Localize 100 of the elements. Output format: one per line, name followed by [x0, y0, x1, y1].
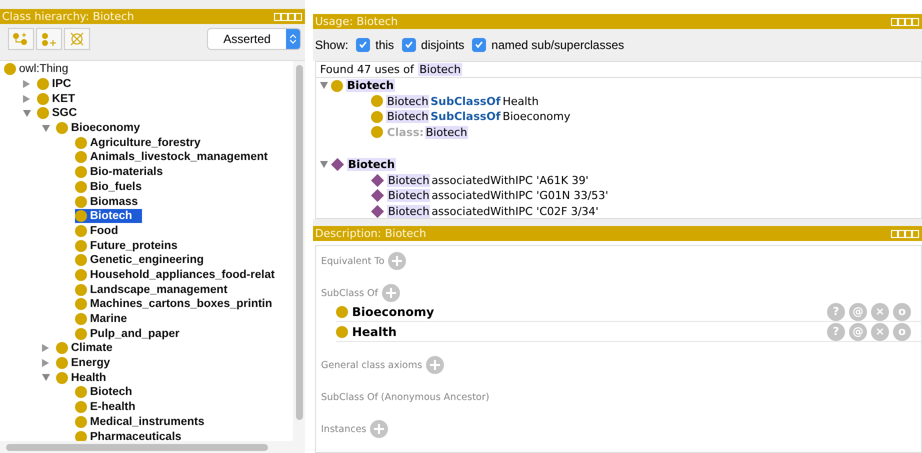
view-dropdown[interactable]: Asserted — [207, 28, 301, 50]
add-subclass-button[interactable] — [8, 28, 34, 50]
class-icon — [75, 328, 87, 340]
window-controls-icon[interactable] — [891, 230, 919, 238]
expanded-arrow-icon[interactable] — [320, 161, 328, 168]
class-icon — [75, 313, 87, 326]
checkmark-icon — [359, 41, 368, 48]
tree-item[interactable]: Marine — [75, 312, 128, 326]
expanded-arrow-icon[interactable] — [320, 82, 328, 90]
tree-item[interactable]: owl:Thing — [4, 62, 68, 76]
tree-item[interactable]: Genetic_engineering — [75, 253, 204, 268]
filter-checkbox[interactable]: this — [356, 38, 394, 52]
class-icon — [75, 136, 87, 149]
superclass-label: Bioeconomy — [352, 304, 436, 318]
class-icon — [56, 357, 68, 370]
class-icon — [371, 110, 383, 123]
add-button[interactable] — [382, 284, 400, 302]
class-icon — [75, 430, 87, 441]
tree-item[interactable]: IPC — [37, 77, 72, 92]
usage-axiom[interactable]: Biotech associatedWithIPC 'A61K 39' — [387, 174, 590, 187]
usage-axiom[interactable]: Biotech associatedWithIPC 'C02F 3/34' — [387, 204, 600, 218]
tree-item[interactable]: Biomass — [75, 194, 138, 209]
tree-item[interactable]: Pulp_and_paper — [75, 326, 180, 341]
class-icon — [75, 240, 87, 252]
tree-item[interactable]: Agriculture_forestry — [75, 136, 201, 150]
class-icon — [75, 166, 87, 178]
add-button[interactable] — [370, 420, 388, 438]
plus-icon — [392, 256, 402, 266]
scrollbar-thumb[interactable] — [296, 65, 302, 420]
expanded-arrow-icon[interactable] — [42, 374, 50, 382]
scrollbar-thumb[interactable] — [6, 444, 268, 450]
window-controls-icon[interactable] — [274, 12, 302, 20]
tree-item[interactable]: Bioeconomy — [56, 121, 140, 136]
class-icon — [75, 254, 87, 266]
usage-axiom[interactable]: Biotech SubClassOf Bioeconomy — [386, 110, 572, 124]
filter-checkbox[interactable]: named sub/superclasses — [472, 38, 624, 52]
tree-item[interactable]: Bio_fuels — [75, 180, 142, 194]
filter-checkbox[interactable]: disjoints — [402, 38, 464, 52]
window-controls-icon[interactable] — [891, 18, 919, 26]
tree-item[interactable]: Biotech — [75, 385, 132, 400]
usage-group-label[interactable]: Biotech — [347, 158, 396, 172]
class-icon — [75, 210, 87, 222]
tree-item[interactable]: E-health — [75, 400, 136, 414]
expanded-arrow-icon[interactable] — [42, 124, 50, 132]
class-icon — [75, 284, 87, 296]
class-icon — [371, 126, 383, 138]
add-subclass-icon — [12, 32, 30, 46]
tree-item[interactable]: Landscape_management — [75, 282, 228, 297]
usage-group-label[interactable]: Biotech — [346, 79, 395, 92]
panel-title: Description: Biotech — [315, 227, 426, 240]
add-button[interactable] — [426, 356, 444, 374]
tree-item[interactable]: Bio-materials — [75, 165, 163, 180]
tree-item[interactable]: SGC — [37, 106, 77, 120]
usage-axiom[interactable]: Biotech associatedWithIPC 'G01N 33/53' — [387, 189, 610, 202]
stepper-icon — [290, 34, 296, 44]
class-icon — [331, 80, 343, 92]
class-icon — [371, 95, 383, 108]
section-title: SubClass Of (Anonymous Ancestor) — [321, 392, 490, 402]
tree-item[interactable]: Health — [56, 370, 106, 385]
class-icon — [336, 306, 348, 318]
tree-item[interactable]: Medical_instruments — [75, 414, 204, 429]
class-icon — [75, 268, 87, 281]
checkmark-icon — [475, 41, 484, 48]
section-title: General class axioms — [321, 360, 422, 370]
class-icon — [37, 107, 49, 120]
tree-item[interactable]: Energy — [56, 356, 110, 370]
class-icon — [4, 63, 16, 76]
tree-item[interactable]: Food — [75, 224, 118, 238]
class-icon — [75, 298, 87, 310]
class-icon — [56, 372, 68, 384]
panel-title: Usage: Biotech — [315, 15, 398, 28]
class-icon — [75, 401, 87, 414]
tree-item[interactable]: Climate — [56, 341, 113, 356]
class-icon — [37, 78, 49, 90]
tree-item[interactable]: KET — [37, 92, 75, 106]
add-sibling-icon — [40, 32, 58, 46]
plus-icon — [430, 360, 440, 370]
tree-item[interactable]: Machines_cartons_boxes_printin — [75, 297, 272, 312]
tree-item[interactable]: Household_appliances_food-relat — [75, 268, 275, 282]
class-icon — [75, 196, 87, 208]
individual-icon — [331, 158, 344, 172]
usage-axiom[interactable]: Biotech SubClassOf Health — [386, 94, 540, 108]
tree-item[interactable]: Animals_livestock_management — [75, 150, 268, 164]
section-title: Instances — [321, 424, 366, 434]
add-sibling-button[interactable] — [36, 28, 62, 50]
show-label: Show: — [315, 38, 348, 52]
class-icon — [56, 122, 68, 134]
expanded-arrow-icon[interactable] — [23, 110, 31, 117]
class-icon — [75, 416, 87, 428]
tree-item[interactable]: Biotech — [75, 209, 142, 224]
delete-class-button[interactable] — [64, 28, 90, 50]
tree-item[interactable]: Future_proteins — [75, 238, 178, 253]
individual-icon — [371, 204, 384, 218]
class-icon — [37, 92, 49, 105]
superclass-label: Health — [352, 324, 398, 338]
individual-icon — [371, 189, 384, 202]
add-button[interactable] — [388, 252, 406, 270]
class-icon — [75, 151, 87, 164]
usage-summary: Found 47 uses of Biotech — [319, 62, 462, 76]
delete-class-icon — [70, 32, 84, 46]
